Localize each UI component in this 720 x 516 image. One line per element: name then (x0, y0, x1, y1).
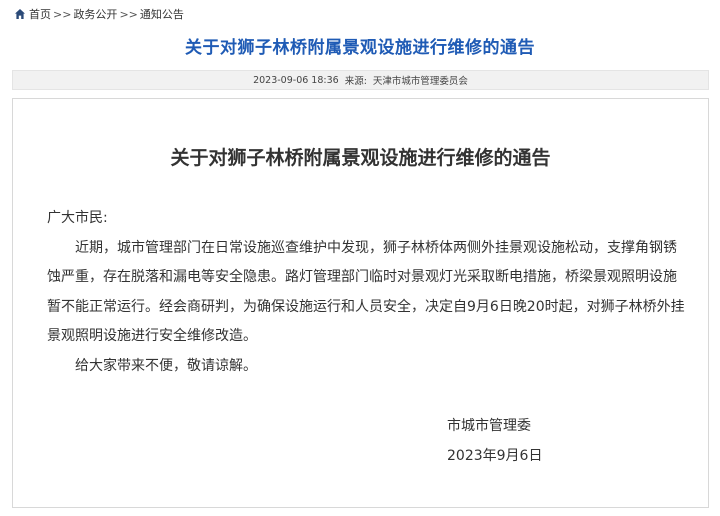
publish-datetime: 2023-09-06 18:36 (253, 74, 339, 86)
article-paragraph: 给大家带来不便，敬请谅解。 (75, 357, 257, 374)
article-body: 广大市民: 近期，城市管理部门在日常设施巡查维护中发现，狮子林桥体两侧外挂景观设… (47, 204, 687, 381)
article-signature: 市城市管理委 2023年9月6日 (447, 411, 542, 471)
source-name: 天津市城市管理委员会 (372, 76, 468, 87)
home-icon (15, 9, 25, 19)
breadcrumb-item-notices[interactable]: 通知公告 (140, 6, 184, 22)
breadcrumb: 首页 >> 政务公开 >> 通知公告 (14, 6, 184, 22)
breadcrumb-separator: >> (53, 7, 72, 21)
article-title: 关于对狮子林桥附属景观设施进行维修的通告 (170, 147, 551, 169)
article-meta-bar: 2023-09-06 18:36 来源: 天津市城市管理委员会 (12, 70, 709, 90)
article-paragraph: 近期，城市管理部门在日常设施巡查维护中发现，狮子林桥体两侧外挂景观设施松动，支撑… (47, 239, 685, 345)
breadcrumb-home-link[interactable]: 首页 (29, 6, 51, 22)
page-title: 关于对狮子林桥附属景观设施进行维修的通告 (185, 38, 535, 58)
breadcrumb-item-government-affairs[interactable]: 政务公开 (73, 6, 117, 22)
signature-date: 2023年9月6日 (447, 448, 543, 464)
signature-org: 市城市管理委 (447, 418, 531, 434)
source-label: 来源: (344, 76, 367, 87)
article-salutation: 广大市民: (47, 210, 108, 226)
article-content: 关于对狮子林桥附属景观设施进行维修的通告 广大市民: 近期，城市管理部门在日常设… (12, 98, 709, 508)
breadcrumb-separator: >> (119, 7, 138, 21)
